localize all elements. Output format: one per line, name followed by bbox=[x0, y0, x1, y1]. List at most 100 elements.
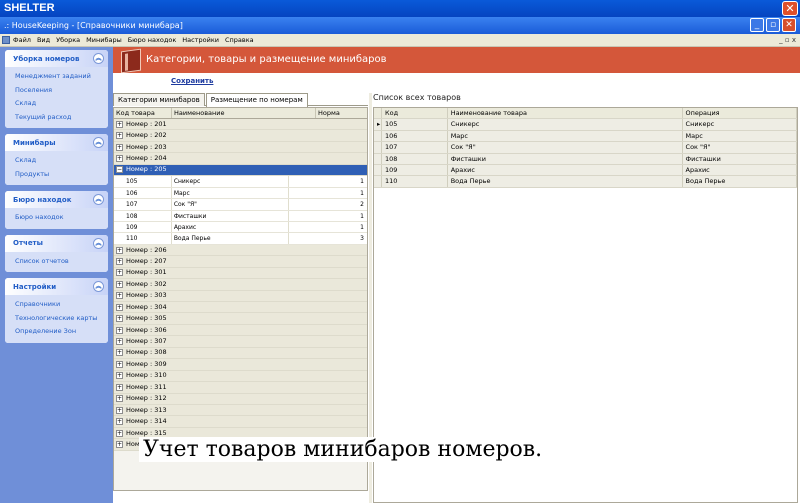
table-row[interactable]: 109 Арахис Арахис bbox=[374, 164, 797, 177]
tab-minibar-categories[interactable]: Категории минибаров bbox=[113, 93, 205, 106]
sidebar-section-header[interactable]: Отчеты ︽ bbox=[5, 234, 108, 252]
sidebar-item[interactable]: Склад bbox=[15, 97, 108, 111]
collapse-icon[interactable]: − bbox=[116, 166, 123, 174]
table-row[interactable]: 107 Сок "Я" 2 bbox=[114, 199, 367, 211]
room-group-row[interactable]: + Номер : 312 bbox=[114, 393, 367, 405]
table-row[interactable]: 108 Фисташки 1 bbox=[114, 210, 367, 222]
minimize-icon[interactable]: _ bbox=[750, 18, 764, 32]
collapse-chevron-icon[interactable]: ︽ bbox=[93, 137, 104, 148]
expand-icon[interactable]: + bbox=[116, 132, 123, 140]
expand-icon[interactable]: + bbox=[116, 360, 123, 368]
room-group-row[interactable]: + Номер : 203 bbox=[114, 141, 367, 154]
menu-item[interactable]: Бюро находок bbox=[128, 36, 177, 44]
column-header[interactable]: Наименование товара bbox=[448, 108, 683, 119]
collapse-chevron-icon[interactable]: ︽ bbox=[93, 237, 104, 249]
mdi-controls[interactable]: _ ▫ x bbox=[779, 34, 796, 47]
sidebar-item[interactable]: Текущий расход bbox=[15, 111, 108, 125]
expand-icon[interactable]: + bbox=[116, 349, 123, 357]
save-button[interactable]: Сохранить bbox=[171, 77, 213, 85]
menu-item[interactable]: Вид bbox=[37, 36, 50, 44]
table-row[interactable]: 108 Фисташки Фисташки bbox=[374, 153, 797, 165]
room-group-row[interactable]: − Номер : 205 bbox=[114, 164, 367, 177]
expand-icon[interactable]: + bbox=[116, 257, 123, 265]
expand-icon[interactable]: + bbox=[116, 395, 123, 403]
expand-icon[interactable]: + bbox=[116, 315, 123, 323]
room-group-row[interactable]: + Номер : 206 bbox=[114, 244, 367, 257]
expand-icon[interactable]: + bbox=[116, 120, 123, 128]
sidebar-item[interactable]: Менеджмент заданий bbox=[15, 70, 108, 84]
close-icon[interactable]: ✕ bbox=[782, 18, 796, 32]
table-row[interactable]: 106 Марс 1 bbox=[114, 187, 367, 200]
sidebar-section-header[interactable]: Уборка номеров ︽ bbox=[5, 50, 108, 67]
sidebar-section-header[interactable]: Настройки ︽ bbox=[5, 278, 108, 295]
expand-icon[interactable]: + bbox=[116, 338, 123, 346]
menu-item[interactable]: Минибары bbox=[86, 36, 122, 44]
table-row[interactable]: 107 Сок "Я" Сок "Я" bbox=[374, 142, 797, 154]
expand-icon[interactable]: + bbox=[116, 246, 123, 254]
expand-icon[interactable]: + bbox=[116, 269, 123, 277]
sidebar-item[interactable]: Поселения bbox=[15, 84, 108, 98]
menu-item[interactable]: Справка bbox=[225, 36, 254, 44]
room-group-row[interactable]: + Номер : 304 bbox=[114, 302, 367, 314]
menu-item[interactable]: Файл bbox=[13, 36, 31, 44]
menu-item[interactable]: Настройки bbox=[182, 36, 219, 44]
collapse-chevron-icon[interactable]: ︽ bbox=[93, 281, 104, 292]
column-header[interactable]: Наименование bbox=[172, 108, 316, 118]
column-header[interactable]: Норма bbox=[316, 108, 367, 118]
sidebar-item[interactable]: Список отчетов bbox=[15, 255, 108, 269]
collapse-chevron-icon[interactable]: ︽ bbox=[93, 53, 104, 64]
room-group-row[interactable]: + Номер : 313 bbox=[114, 404, 367, 417]
sidebar-item[interactable]: Бюро находок bbox=[15, 211, 108, 225]
sidebar-item[interactable]: Справочники bbox=[15, 298, 108, 312]
room-placement-grid[interactable]: Код товара Наименование Норма + Номер : 2… bbox=[113, 107, 368, 491]
column-header[interactable]: Код bbox=[382, 108, 448, 119]
column-header[interactable]: Операция bbox=[683, 108, 797, 119]
expand-icon[interactable]: + bbox=[116, 155, 123, 163]
table-row[interactable]: 110 Вода Перье Вода Перье bbox=[374, 176, 797, 188]
expand-icon[interactable]: + bbox=[116, 440, 123, 448]
expand-icon[interactable]: + bbox=[116, 418, 123, 426]
sidebar-item[interactable]: Определение Зон bbox=[15, 325, 108, 339]
sidebar-item[interactable]: Технологические карты bbox=[15, 312, 108, 326]
table-row[interactable]: 110 Вода Перье 3 bbox=[114, 233, 367, 245]
expand-icon[interactable]: + bbox=[116, 292, 123, 300]
table-row[interactable]: 106 Марс Марс bbox=[374, 130, 797, 143]
expand-icon[interactable]: + bbox=[116, 372, 123, 380]
room-group-row[interactable]: + Номер : 309 bbox=[114, 359, 367, 371]
expand-icon[interactable]: + bbox=[116, 143, 123, 151]
column-header[interactable]: Код товара bbox=[114, 108, 172, 118]
maximize-icon[interactable]: ▫ bbox=[766, 18, 780, 32]
room-group-row[interactable]: + Номер : 305 bbox=[114, 313, 367, 325]
expand-icon[interactable]: + bbox=[116, 303, 123, 311]
table-row[interactable]: ▸ 105 Сникерс Сникерс bbox=[374, 119, 797, 131]
menu-item[interactable]: Уборка bbox=[56, 36, 80, 44]
room-group-row[interactable]: + Номер : 308 bbox=[114, 347, 367, 360]
sidebar-section-header[interactable]: Бюро находок ︽ bbox=[5, 191, 108, 208]
table-row[interactable]: 109 Арахис 1 bbox=[114, 221, 367, 234]
table-row[interactable]: 105 Сникерс 1 bbox=[114, 176, 367, 188]
expand-icon[interactable]: + bbox=[116, 429, 123, 437]
sidebar-item[interactable]: Продукты bbox=[15, 168, 108, 182]
room-group-row[interactable]: + Номер : 314 bbox=[114, 416, 367, 428]
room-group-row[interactable]: + Номер : 301 bbox=[114, 267, 367, 280]
room-group-row[interactable]: + Номер : 310 bbox=[114, 370, 367, 383]
expand-icon[interactable]: + bbox=[116, 326, 123, 334]
expand-icon[interactable]: + bbox=[116, 280, 123, 288]
sidebar-section-header[interactable]: Минибары ︽ bbox=[5, 134, 108, 151]
room-group-row[interactable]: + Номер : 201 bbox=[114, 119, 367, 131]
room-group-row[interactable]: + Номер : 306 bbox=[114, 324, 367, 337]
room-group-row[interactable]: + Номер : 311 bbox=[114, 382, 367, 394]
app-menu-icon[interactable] bbox=[2, 36, 10, 44]
room-group-row[interactable]: + Номер : 302 bbox=[114, 279, 367, 291]
room-group-row[interactable]: + Номер : 204 bbox=[114, 153, 367, 165]
tab-room-placement[interactable]: Размещение по номерам bbox=[205, 93, 308, 107]
close-icon[interactable]: ✕ bbox=[782, 1, 798, 16]
collapse-chevron-icon[interactable]: ︽ bbox=[93, 194, 104, 205]
room-group-row[interactable]: + Номер : 303 bbox=[114, 290, 367, 302]
sidebar-item[interactable]: Склад bbox=[15, 154, 108, 168]
room-group-row[interactable]: + Номер : 207 bbox=[114, 256, 367, 268]
room-group-row[interactable]: + Номер : 202 bbox=[114, 130, 367, 142]
expand-icon[interactable]: + bbox=[116, 406, 123, 414]
room-group-row[interactable]: + Номер : 307 bbox=[114, 336, 367, 348]
expand-icon[interactable]: + bbox=[116, 383, 123, 391]
